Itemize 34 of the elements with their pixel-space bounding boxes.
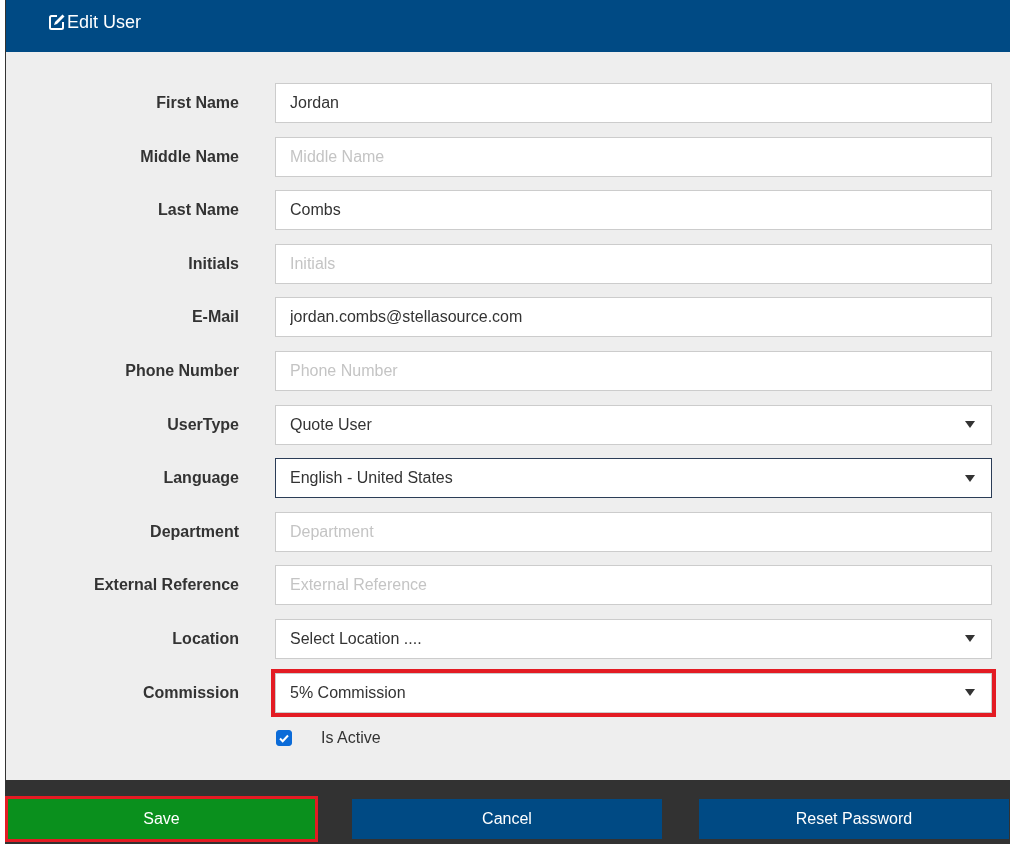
edit-icon [48, 13, 66, 31]
dropdown-field[interactable]: Select Location .... [275, 618, 992, 659]
field-label: External Reference [93, 576, 239, 595]
input-field[interactable]: Phone Number [275, 350, 992, 391]
save-button[interactable]: Save [8, 799, 315, 839]
dialog-title: Edit User [67, 12, 142, 33]
dropdown-field[interactable]: English - United States [275, 458, 992, 499]
input-field[interactable]: Middle Name [275, 136, 992, 177]
checkbox[interactable] [276, 730, 292, 747]
field-label: Department [149, 522, 239, 541]
input-field[interactable]: Initials [275, 243, 992, 284]
input-field[interactable]: Department [275, 511, 992, 552]
field-label: UserType [166, 415, 239, 434]
input-field[interactable]: jordan.combs@stellasource.com [275, 297, 992, 338]
field-label: Middle Name [139, 147, 239, 166]
field-label: E-Mail [190, 308, 239, 327]
input-field[interactable]: Combs [275, 190, 992, 231]
field-label: Last Name [157, 201, 239, 220]
caret-icon [965, 474, 975, 482]
caret-icon [965, 635, 975, 643]
caret-icon [965, 689, 975, 697]
checkbox-label: Is Active [321, 729, 381, 748]
field-label: Commission [142, 683, 239, 702]
action-button[interactable]: Reset Password [699, 799, 1009, 839]
field-label: Initials [187, 254, 239, 273]
action-button[interactable]: Cancel [352, 799, 662, 839]
input-field[interactable]: External Reference [275, 565, 992, 606]
field-label: Phone Number [124, 361, 239, 380]
field-label: Language [162, 469, 239, 488]
field-label: Location [171, 629, 239, 648]
dropdown-field[interactable]: Quote User [275, 404, 992, 445]
caret-icon [965, 421, 975, 429]
field-label: First Name [155, 94, 239, 112]
input-field[interactable]: Jordan [275, 83, 992, 123]
